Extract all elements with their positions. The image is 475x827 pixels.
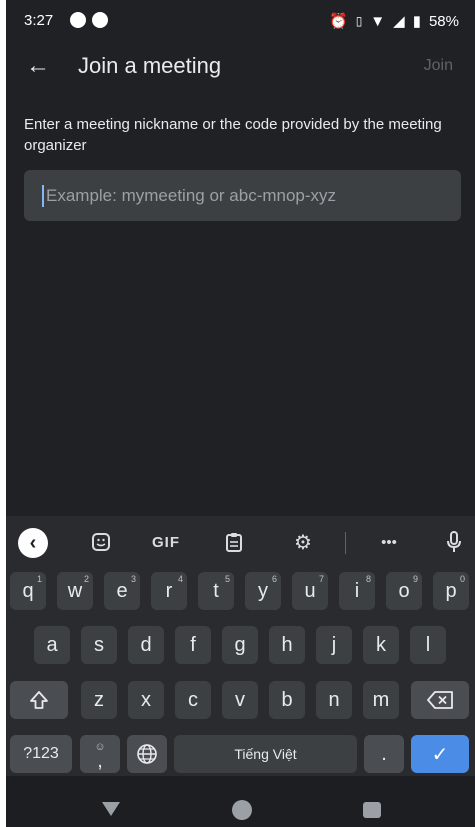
alarm-icon: ⏰ <box>329 13 348 30</box>
app-bar: ← Join a meeting Join <box>6 42 475 92</box>
clipboard-icon[interactable] <box>219 527 249 557</box>
settings-gear-icon[interactable]: ⚙ <box>288 527 318 557</box>
meeting-code-field[interactable] <box>24 170 461 221</box>
language-key[interactable] <box>127 735 167 773</box>
navigation-bar <box>6 776 475 827</box>
key-b[interactable]: b <box>269 681 305 719</box>
key-e[interactable]: e3 <box>104 572 140 610</box>
symbols-key[interactable]: ?123 <box>10 735 72 773</box>
period-key[interactable]: . <box>364 735 404 773</box>
shift-key[interactable] <box>10 681 68 719</box>
emoji-comma-key[interactable]: ☺ , <box>80 735 120 773</box>
key-m[interactable]: m <box>363 681 399 719</box>
notification-dot-icon <box>70 12 86 28</box>
key-y[interactable]: y6 <box>245 572 281 610</box>
notification-dot-icon <box>92 12 108 28</box>
battery-icon: ▮ <box>412 13 421 30</box>
status-bar: 3:27 ⏰ ▯ ▼ ◢ ▮ 58% <box>6 0 475 42</box>
key-f[interactable]: f <box>175 626 211 664</box>
keyboard-toolbar: ‹ GIF ⚙ ••• <box>6 516 475 568</box>
key-n[interactable]: n <box>316 681 352 719</box>
wifi-icon: ▼ <box>370 12 386 30</box>
enter-key[interactable]: ✓ <box>411 735 469 773</box>
signal-icon: ◢ <box>393 13 405 30</box>
key-z[interactable]: z <box>81 681 117 719</box>
page-title: Join a meeting <box>78 53 222 78</box>
key-c[interactable]: c <box>175 681 211 719</box>
key-r[interactable]: r4 <box>151 572 187 610</box>
phone-screen: 3:27 ⏰ ▯ ▼ ◢ ▮ 58% ← Join a meeting Join… <box>6 0 475 827</box>
key-g[interactable]: g <box>222 626 258 664</box>
back-arrow-icon[interactable]: ← <box>24 52 52 80</box>
vibrate-icon: ▯ <box>355 14 363 28</box>
backspace-icon <box>427 691 453 709</box>
nav-recents-icon[interactable] <box>363 802 381 818</box>
backspace-key[interactable] <box>411 681 469 719</box>
status-icons: ⏰ ▯ ▼ ◢ ▮ 58% <box>329 12 459 31</box>
key-d[interactable]: d <box>128 626 164 664</box>
gif-button[interactable]: GIF <box>146 527 186 557</box>
sticker-icon[interactable] <box>86 527 116 557</box>
key-i[interactable]: i8 <box>339 572 375 610</box>
globe-icon <box>137 744 157 764</box>
key-t[interactable]: t5 <box>198 572 234 610</box>
key-s[interactable]: s <box>81 626 117 664</box>
nav-home-icon[interactable] <box>232 800 252 820</box>
keyboard: ‹ GIF ⚙ ••• q1 w2 e3 r4 t5 y6 u7 i8 o9 p… <box>6 516 475 776</box>
key-v[interactable]: v <box>222 681 258 719</box>
key-q[interactable]: q1 <box>10 572 46 610</box>
key-p[interactable]: p0 <box>433 572 469 610</box>
join-button[interactable]: Join <box>424 57 453 75</box>
key-x[interactable]: x <box>128 681 164 719</box>
key-o[interactable]: o9 <box>386 572 422 610</box>
key-u[interactable]: u7 <box>292 572 328 610</box>
key-k[interactable]: k <box>363 626 399 664</box>
space-bar[interactable]: Tiếng Việt <box>174 735 357 773</box>
key-w[interactable]: w2 <box>57 572 93 610</box>
key-h[interactable]: h <box>269 626 305 664</box>
toolbar-divider <box>345 532 346 554</box>
meeting-code-input[interactable] <box>46 185 426 206</box>
collapse-toolbar-icon[interactable]: ‹ <box>18 528 48 558</box>
status-time: 3:27 <box>24 12 54 29</box>
comma-label: , <box>97 750 103 772</box>
battery-percent: 58% <box>428 12 459 30</box>
key-j[interactable]: j <box>316 626 352 664</box>
shift-arrow-icon <box>30 691 48 709</box>
instructions-text: Enter a meeting nickname or the code pro… <box>24 116 442 154</box>
key-l[interactable]: l <box>410 626 446 664</box>
microphone-icon[interactable] <box>442 527 466 557</box>
text-cursor <box>42 184 44 207</box>
more-options-icon[interactable]: ••• <box>374 527 404 557</box>
nav-back-icon[interactable] <box>102 802 120 816</box>
key-a[interactable]: a <box>34 626 70 664</box>
